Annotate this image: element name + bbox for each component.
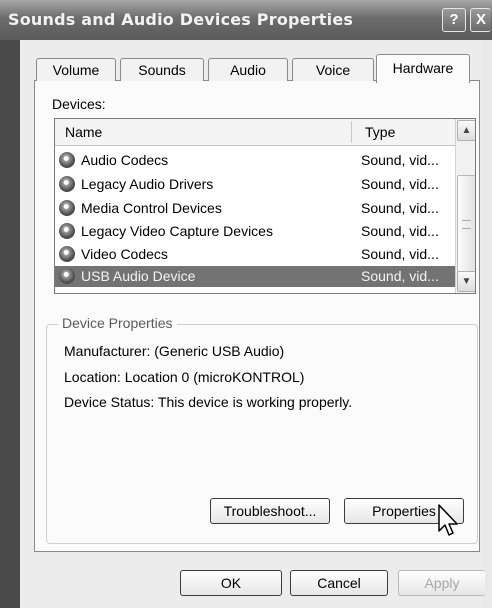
tab-sounds[interactable]: Sounds [120,58,204,81]
window-edge-left [0,40,20,608]
device-type: Sound, vid... [361,200,439,216]
devices-label: Devices: [52,96,106,112]
window-title: Sounds and Audio Devices Properties [8,10,354,29]
device-row-selected[interactable]: USB Audio Device Sound, vid... [55,266,455,287]
tab-voice[interactable]: Voice [292,58,374,81]
device-type: Sound, vid... [361,176,439,192]
device-type: Sound, vid... [361,152,439,168]
scroll-up-arrow-icon[interactable]: ▲ [457,120,475,141]
column-header-name[interactable]: Name [65,124,102,140]
scrollbar-thumb[interactable] [457,175,475,273]
device-type: Sound, vid... [361,268,439,284]
device-row[interactable]: Video Codecs Sound, vid... [55,244,455,265]
apply-button[interactable]: Apply [398,570,485,596]
close-button[interactable]: X [470,8,491,32]
location-text: Location: Location 0 (microKONTROL) [64,369,305,385]
device-row[interactable]: Media Control Devices Sound, vid... [55,198,455,219]
speaker-icon [59,152,75,168]
device-name: USB Audio Device [81,268,196,284]
grip-icon [462,220,471,229]
speaker-icon [59,268,75,284]
device-row[interactable]: Legacy Video Capture Devices Sound, vid.… [55,221,455,242]
vertical-scrollbar[interactable]: ▲ ▼ [455,119,475,293]
device-properties-title: Device Properties [58,315,177,331]
device-type: Sound, vid... [361,223,439,239]
ok-button[interactable]: OK [180,570,282,596]
tab-hardware[interactable]: Hardware [376,54,470,83]
help-button[interactable]: ? [442,8,466,32]
column-divider[interactable] [351,121,352,143]
device-type: Sound, vid... [361,246,439,262]
device-list[interactable]: Name Type Audio Codecs Sound, vid... Leg… [54,118,476,294]
title-bar: Sounds and Audio Devices Properties ? X [0,0,492,40]
device-status-text: Device Status: This device is working pr… [64,394,353,410]
speaker-icon [59,176,75,192]
device-row[interactable]: Legacy Audio Drivers Sound, vid... [55,174,455,195]
tab-volume[interactable]: Volume [36,58,116,81]
device-name: Video Codecs [81,246,168,262]
window-edge-right [483,40,492,608]
device-row[interactable]: Audio Codecs Sound, vid... [55,150,455,171]
speaker-icon [59,246,75,262]
speaker-icon [59,223,75,239]
cancel-button[interactable]: Cancel [290,570,388,596]
device-name: Legacy Video Capture Devices [81,223,273,239]
mouse-cursor-icon [438,504,458,536]
speaker-icon [59,200,75,216]
scroll-down-arrow-icon[interactable]: ▼ [457,271,475,292]
tab-audio[interactable]: Audio [208,58,288,81]
manufacturer-text: Manufacturer: (Generic USB Audio) [64,343,285,359]
column-header-type[interactable]: Type [365,124,395,140]
device-name: Audio Codecs [81,152,169,168]
device-name: Media Control Devices [81,200,222,216]
troubleshoot-button[interactable]: Troubleshoot... [210,498,330,524]
device-name: Legacy Audio Drivers [81,176,214,192]
list-header: Name Type [55,119,455,146]
